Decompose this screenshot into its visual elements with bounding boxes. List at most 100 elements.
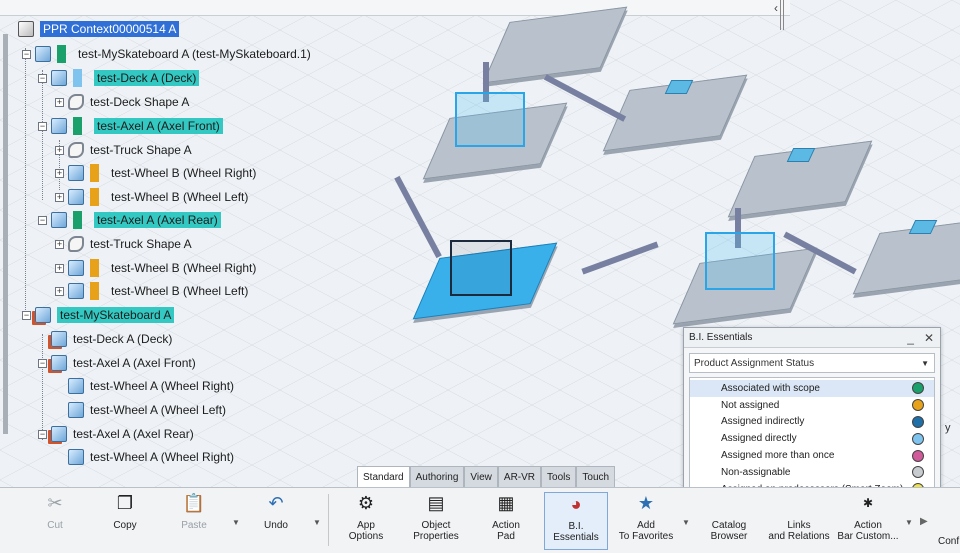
expand-toggle-icon[interactable]: +	[55, 97, 64, 107]
tab-ar-vr[interactable]: AR-VR	[497, 466, 542, 487]
tree-node-label: test-Axel A (Axel Front)	[94, 118, 223, 134]
expand-toggle-icon[interactable]: +	[55, 145, 64, 155]
tree-node[interactable]: − test-Deck A (Deck)	[38, 67, 200, 89]
tree-node[interactable]: + test-Wheel B (Wheel Left)	[55, 186, 248, 208]
skateboard-assembly-3d[interactable]	[455, 92, 525, 147]
collapse-chevron-icon[interactable]: ‹	[774, 1, 778, 15]
tree-scrollbar[interactable]	[0, 34, 10, 454]
bi-legend-item[interactable]: Associated with scope	[690, 380, 934, 397]
tab-touch[interactable]: Touch	[576, 466, 616, 487]
tree-node-label: test-Axel A (Axel Rear)	[94, 212, 221, 228]
tree-node[interactable]: + test-Wheel B (Wheel Right)	[55, 257, 256, 279]
tree-node[interactable]: − test-MySkateboard A	[22, 304, 175, 326]
copy-icon: ❐	[116, 492, 134, 513]
tree-node[interactable]: PPR Context00000514 A	[18, 18, 180, 40]
tree-node[interactable]: test-Deck A (Deck)	[38, 328, 172, 350]
tab-standard[interactable]: Standard	[357, 466, 410, 487]
bi-panel-header[interactable]: B.I. Essentials _ ✕	[684, 328, 940, 348]
tree-node[interactable]: − test-Axel A (Axel Front)	[38, 352, 196, 374]
tab-tools[interactable]: Tools	[541, 466, 577, 487]
undo-dropdown-arrow-icon[interactable]: ▼	[313, 518, 321, 527]
bi-essentials-panel[interactable]: B.I. Essentials _ ✕ Product Assignment S…	[683, 327, 941, 488]
tree-node[interactable]: test-Wheel A (Wheel Left)	[55, 399, 226, 421]
ribbon-tab-bar: Standard Authoring View AR-VR Tools Touch	[357, 466, 616, 487]
gear-icon: ⚙	[357, 492, 375, 513]
tree-node-label: test-MySkateboard A	[57, 307, 175, 323]
wireframe-assembly-3d[interactable]	[450, 240, 512, 296]
product-icon	[68, 260, 84, 276]
product-icon	[51, 426, 67, 442]
paste-dropdown-arrow-icon[interactable]: ▼	[232, 518, 240, 527]
close-icon[interactable]: ✕	[924, 331, 934, 345]
tab-view[interactable]: View	[464, 466, 498, 487]
3d-viewport[interactable]: ‹ y PPR Context00000514 A − test-MySkatebo…	[0, 0, 960, 488]
expand-toggle-icon[interactable]: −	[22, 310, 31, 320]
bi-legend-item[interactable]: Not assigned	[690, 397, 934, 414]
bi-legend-item[interactable]: Assigned directly	[690, 430, 934, 447]
action-pad-button[interactable]: ▦ Action Pad	[474, 492, 538, 550]
cut-button[interactable]: ✂ Cut	[23, 492, 87, 550]
shape-icon	[68, 236, 84, 252]
scene-plate[interactable]	[852, 217, 960, 295]
tree-node[interactable]: test-Wheel A (Wheel Right)	[55, 375, 234, 397]
bi-panel-title: B.I. Essentials	[689, 332, 753, 343]
expand-toggle-icon[interactable]: +	[55, 239, 64, 249]
tree-node-label: test-Axel A (Axel Rear)	[73, 427, 194, 441]
minimize-icon[interactable]: _	[907, 331, 914, 345]
expand-toggle-icon[interactable]: −	[38, 121, 47, 131]
tree-node[interactable]: − test-Axel A (Axel Front)	[38, 115, 223, 137]
tree-node[interactable]: − test-Axel A (Axel Rear)	[38, 209, 221, 231]
expand-toggle-icon[interactable]: −	[22, 49, 31, 59]
product-icon	[51, 70, 67, 86]
bi-legend-color-dot	[912, 382, 924, 395]
bi-legend-list[interactable]: Associated with scope Not assigned Assigne…	[689, 377, 935, 488]
tree-node[interactable]: − test-MySkateboard A (test-MySkateboard.…	[22, 43, 311, 65]
skateboard-assembly-3d[interactable]	[705, 232, 775, 290]
tree-node-label: test-Wheel B (Wheel Left)	[111, 284, 249, 298]
tree-node[interactable]: + test-Truck Shape A	[55, 139, 192, 161]
expand-toggle-icon[interactable]: +	[55, 263, 64, 273]
tree-node-label: test-Wheel B (Wheel Left)	[111, 190, 249, 204]
bi-legend-item[interactable]: Assigned indirectly	[690, 414, 934, 431]
action-bar-dropdown-arrow-icon[interactable]: ▼	[905, 518, 913, 527]
scene-plate[interactable]	[482, 6, 628, 84]
tree-scrollbar-thumb[interactable]	[3, 34, 8, 434]
action-bar-customization-button[interactable]: ✱ Action Bar Custom...	[836, 492, 900, 550]
tree-node[interactable]: test-Wheel A (Wheel Right)	[55, 446, 234, 468]
bi-legend-label: Assigned indirectly	[721, 416, 805, 428]
favorites-dropdown-arrow-icon[interactable]: ▼	[682, 518, 690, 527]
bi-legend-item[interactable]: Assigned more than once	[690, 447, 934, 464]
expand-toggle-icon[interactable]: −	[38, 215, 47, 225]
splitter-handle[interactable]	[780, 0, 784, 30]
copy-button[interactable]: ❐ Copy	[93, 492, 157, 550]
tree-node[interactable]: + test-Truck Shape A	[55, 233, 192, 255]
dropdown-arrow-icon[interactable]: ▼	[921, 359, 934, 368]
expand-toggle-icon[interactable]: −	[38, 358, 47, 368]
app-options-button[interactable]: ⚙ App Options	[334, 492, 398, 550]
tree-node[interactable]: + test-Deck Shape A	[55, 91, 189, 113]
expand-toggle-icon[interactable]: −	[38, 429, 47, 439]
bi-legend-item[interactable]: Non-assignable	[690, 464, 934, 481]
tree-node[interactable]: − test-Axel A (Axel Rear)	[38, 423, 194, 445]
expand-toggle-icon[interactable]: +	[55, 286, 64, 296]
conf-button[interactable]: Conf	[938, 536, 959, 547]
tab-authoring[interactable]: Authoring	[409, 466, 465, 487]
specification-tree[interactable]: PPR Context00000514 A − test-MySkateboard …	[0, 18, 420, 468]
undo-button[interactable]: ↶ Undo	[244, 492, 308, 550]
tree-node-label: test-Axel A (Axel Front)	[73, 356, 196, 370]
bi-essentials-button[interactable]: ◕ B.I. Essentials	[544, 492, 608, 550]
expand-toggle-icon[interactable]: +	[55, 192, 64, 202]
catalog-browser-button[interactable]: Catalog Browser	[697, 492, 761, 550]
add-to-favorites-button[interactable]: ★ Add To Favorites	[614, 492, 678, 550]
tree-node[interactable]: + test-Wheel B (Wheel Left)	[55, 280, 248, 302]
product-icon	[68, 449, 84, 465]
expand-toggle-icon[interactable]: −	[38, 73, 47, 83]
tree-node[interactable]: + test-Wheel B (Wheel Right)	[55, 162, 256, 184]
object-properties-button[interactable]: ▤ Object Properties	[404, 492, 468, 550]
links-relations-button[interactable]: Links and Relations	[767, 492, 831, 550]
paste-button[interactable]: 📋 Paste	[162, 492, 226, 550]
expand-toggle-icon[interactable]: +	[55, 168, 64, 178]
bi-legend-label: Non-assignable	[721, 466, 791, 478]
scroll-right-icon[interactable]: ▶	[920, 516, 928, 527]
bi-mode-select[interactable]: Product Assignment Status ▼	[689, 353, 935, 373]
